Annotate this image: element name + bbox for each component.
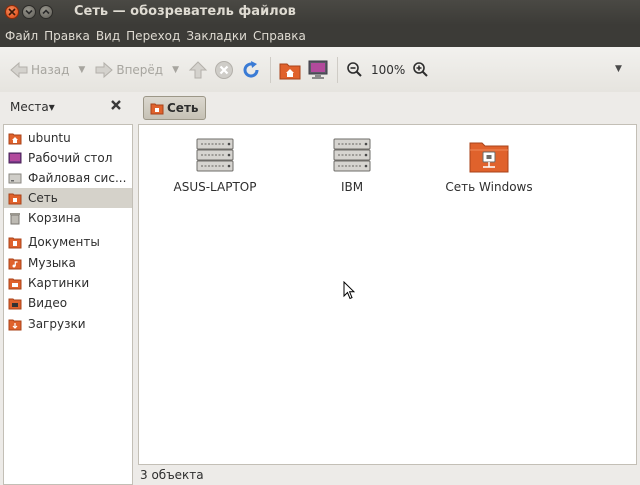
menu-edit[interactable]: Правка xyxy=(42,29,92,43)
menu-bookmarks[interactable]: Закладки xyxy=(184,29,249,43)
sidebar-item-label: Файловая сис... xyxy=(28,171,127,185)
trash-icon xyxy=(10,213,20,225)
zoom-out-icon xyxy=(347,61,362,77)
menu-help[interactable]: Справка xyxy=(251,29,308,43)
computer-button[interactable] xyxy=(304,55,332,85)
sidebar-item-network[interactable]: Сеть xyxy=(4,188,132,208)
stop-button[interactable] xyxy=(211,55,237,85)
up-arrow-icon xyxy=(188,60,208,78)
file-manager-window: Сеть — обозреватель файлов Файл Правка В… xyxy=(0,0,640,485)
downloads-folder-icon xyxy=(8,319,22,331)
breadcrumb-network[interactable]: Сеть xyxy=(143,96,206,120)
home-button[interactable] xyxy=(276,55,304,85)
forward-button[interactable]: Вперёд xyxy=(91,55,166,85)
menu-bar: Файл Правка Вид Переход Закладки Справка xyxy=(0,25,640,47)
computer-icon xyxy=(308,60,328,79)
window-title: Сеть — обозреватель файлов xyxy=(74,4,296,19)
back-history-dropdown-icon[interactable]: ▼ xyxy=(78,65,85,75)
close-sidebar-icon[interactable] xyxy=(110,99,122,111)
file-view: ASUS-LAPTOP IBM Сеть Windows xyxy=(138,124,637,465)
network-item-ibm[interactable]: IBM xyxy=(282,138,422,194)
pictures-folder-icon xyxy=(8,278,22,290)
network-folder-icon xyxy=(469,142,509,173)
status-bar: 3 объекта xyxy=(140,468,204,482)
back-arrow-icon xyxy=(10,61,28,78)
network-item-label: ASUS-LAPTOP xyxy=(173,180,257,194)
close-window-button[interactable] xyxy=(5,5,19,19)
places-dropdown[interactable]: Места▾ xyxy=(10,100,55,114)
sidebar-item-documents[interactable]: Документы xyxy=(4,232,132,252)
menu-file[interactable]: Файл xyxy=(3,29,40,43)
chevron-up-icon xyxy=(42,9,50,15)
places-label: Места xyxy=(10,100,49,114)
menu-view[interactable]: Вид xyxy=(94,29,122,43)
menu-go[interactable]: Переход xyxy=(124,29,182,43)
close-icon xyxy=(8,8,16,16)
minimize-window-button[interactable] xyxy=(22,5,36,19)
places-sidebar: ubuntu Рабочий стол Файловая сис... Сеть… xyxy=(3,124,133,485)
sidebar-item-label: Документы xyxy=(28,235,100,249)
sidebar-item-filesystem[interactable]: Файловая сис... xyxy=(4,168,132,188)
chevron-down-icon xyxy=(25,9,33,15)
desktop-icon xyxy=(8,152,22,164)
sidebar-item-label: Картинки xyxy=(28,276,90,290)
toolbar-separator xyxy=(337,56,339,83)
sidebar-item-trash[interactable]: Корзина xyxy=(4,208,132,228)
forward-label: Вперёд xyxy=(116,62,164,77)
forward-history-dropdown-icon[interactable]: ▼ xyxy=(172,65,179,75)
up-button[interactable] xyxy=(185,55,211,85)
toolbar-separator xyxy=(270,56,272,83)
sidebar-item-downloads[interactable]: Загрузки xyxy=(4,314,132,334)
zoom-out-button[interactable] xyxy=(343,55,367,85)
network-icon xyxy=(8,193,22,205)
network-item-label: Сеть Windows xyxy=(445,180,533,194)
sidebar-item-home[interactable]: ubuntu xyxy=(4,128,132,148)
sidebar-item-label: Загрузки xyxy=(28,317,86,331)
reload-icon xyxy=(243,60,259,78)
sidebar-item-videos[interactable]: Видео xyxy=(4,293,132,313)
location-bar: Места▾ Сеть xyxy=(0,92,640,124)
back-label: Назад xyxy=(31,62,70,77)
sidebar-item-pictures[interactable]: Картинки xyxy=(4,273,132,293)
reload-button[interactable] xyxy=(237,55,265,85)
zoom-level: 100% xyxy=(371,62,406,77)
sidebar-item-label: Корзина xyxy=(28,211,81,225)
title-bar[interactable]: Сеть — обозреватель файлов xyxy=(0,0,640,25)
stop-icon xyxy=(215,60,234,79)
places-dropdown-arrow: ▾ xyxy=(48,100,55,114)
sidebar-item-label: Музыка xyxy=(28,256,76,270)
zoom-in-button[interactable] xyxy=(409,55,433,85)
server-icon xyxy=(333,138,371,172)
forward-arrow-icon xyxy=(95,61,114,78)
toolbar: Назад ▼ Вперёд ▼ 100% ▼ xyxy=(0,47,640,92)
network-icon xyxy=(150,103,164,115)
home-folder-icon xyxy=(279,63,301,79)
sidebar-item-label: Сеть xyxy=(28,191,58,205)
video-folder-icon xyxy=(8,298,22,310)
server-icon xyxy=(196,138,234,172)
network-item-windows-network[interactable]: Сеть Windows xyxy=(419,138,559,194)
network-item-label: IBM xyxy=(340,180,364,194)
zoom-in-icon xyxy=(413,61,429,77)
sidebar-item-desktop[interactable]: Рабочий стол xyxy=(4,148,132,168)
toolbar-overflow-dropdown-icon[interactable]: ▼ xyxy=(615,64,622,74)
mouse-cursor-icon xyxy=(343,281,355,300)
filesystem-icon xyxy=(8,173,22,184)
documents-folder-icon xyxy=(8,237,22,249)
sidebar-item-music[interactable]: Музыка xyxy=(4,253,132,273)
back-button[interactable]: Назад xyxy=(6,55,72,85)
sidebar-item-label: Рабочий стол xyxy=(28,151,113,165)
music-folder-icon xyxy=(8,258,22,270)
home-folder-icon xyxy=(8,133,22,145)
network-item-asus-laptop[interactable]: ASUS-LAPTOP xyxy=(145,138,285,194)
maximize-window-button[interactable] xyxy=(39,5,53,19)
window-controls xyxy=(5,5,53,19)
breadcrumb-label: Сеть xyxy=(167,101,199,115)
sidebar-item-label: Видео xyxy=(28,296,68,310)
sidebar-item-label: ubuntu xyxy=(28,131,71,145)
